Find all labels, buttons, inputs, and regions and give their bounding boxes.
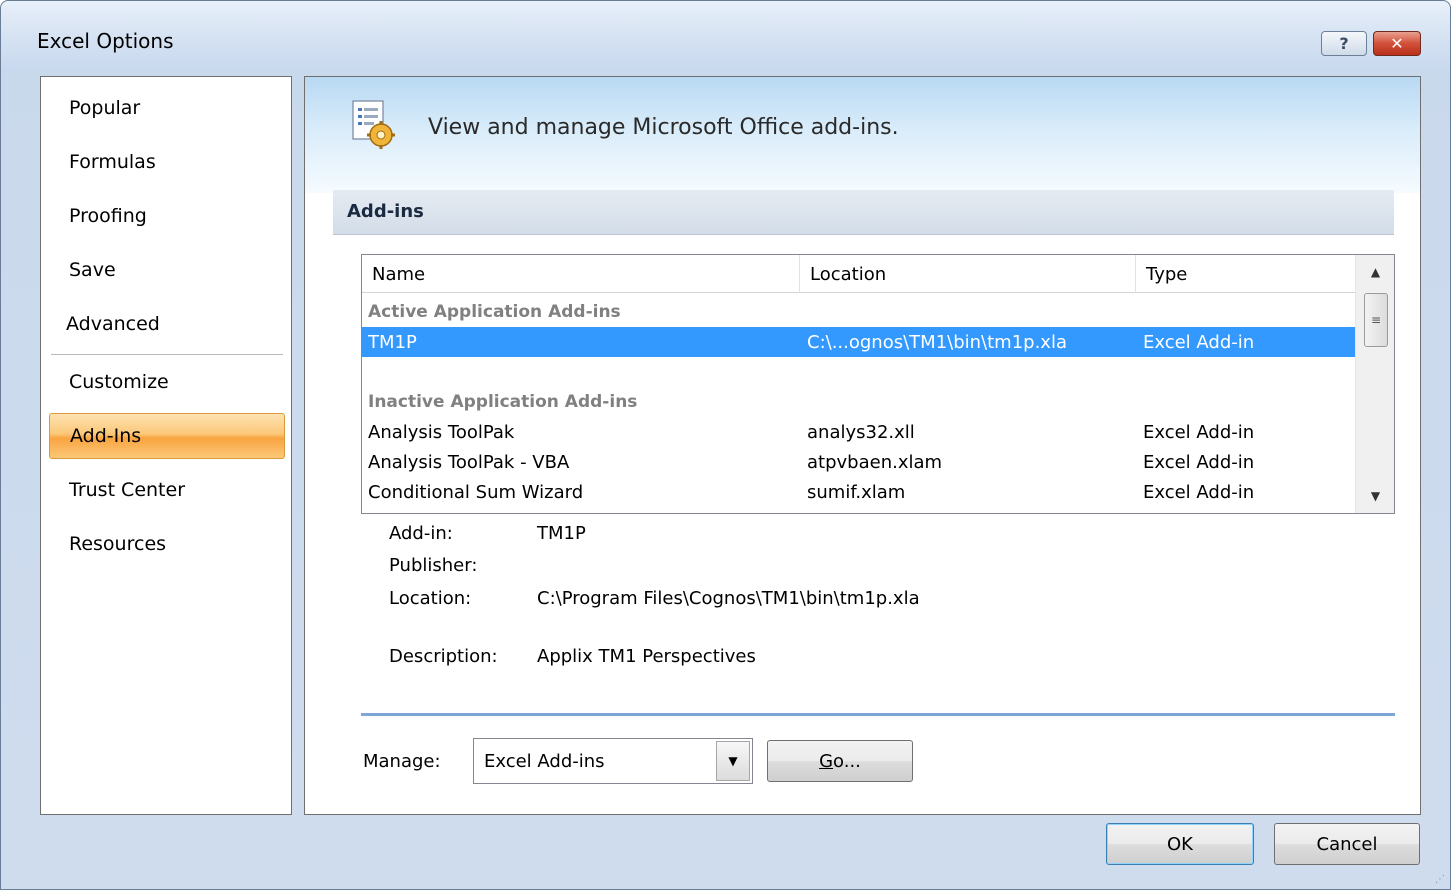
sidebar-item-popular[interactable]: Popular (49, 85, 285, 131)
sidebar-item-label: Proofing (69, 205, 147, 227)
ok-button[interactable]: OK (1106, 823, 1254, 865)
resize-grip-icon[interactable]: ⋰ (1435, 874, 1447, 886)
sidebar-item-save[interactable]: Save (49, 247, 285, 293)
help-button[interactable]: ? (1321, 31, 1367, 56)
sidebar-item-label: Customize (69, 371, 169, 393)
detail-description-value: Applix TM1 Perspectives (537, 646, 756, 667)
sidebar-item-customize[interactable]: Customize (49, 359, 285, 405)
group-header-active: Active Application Add-ins (368, 302, 621, 322)
chevron-down-icon[interactable]: ▼ (716, 741, 750, 781)
group-header-inactive: Inactive Application Add-ins (368, 392, 638, 412)
column-label: Name (372, 263, 426, 285)
cell-type: Excel Add-in (1143, 482, 1255, 503)
column-label: Type (1146, 263, 1188, 285)
detail-addin-label: Add-in: (389, 523, 453, 544)
column-label: Location (810, 263, 887, 285)
addins-gear-icon (352, 100, 395, 149)
scroll-up-arrow-icon[interactable]: ▲ (1356, 257, 1394, 287)
section-header: Add-ins (333, 190, 1394, 235)
cell-location: sumif.xlam (807, 482, 906, 503)
header-banner: View and manage Microsoft Office add-ins… (305, 77, 1420, 193)
detail-publisher-label: Publisher: (389, 555, 478, 576)
cell-location: C:\...ognos\TM1\bin\tm1p.xla (807, 332, 1067, 353)
manage-dropdown[interactable]: Excel Add-ins ▼ (473, 738, 753, 784)
detail-addin-value: TM1P (537, 523, 586, 544)
cell-location: atpvbaen.xlam (807, 452, 943, 473)
sidebar-item-label: Resources (69, 533, 167, 555)
sidebar-item-resources[interactable]: Resources (49, 521, 285, 567)
scroll-thumb[interactable]: ≡ (1364, 293, 1388, 347)
sidebar-item-label: Save (69, 259, 116, 281)
options-sidebar: Popular Formulas Proofing Save Advanced … (40, 76, 292, 815)
go-label-rest: o... (833, 750, 861, 772)
window-title: Excel Options (37, 29, 174, 53)
list-row-tm1p[interactable]: TM1P C:\...ognos\TM1\bin\tm1p.xla Excel … (362, 327, 1355, 357)
sidebar-item-label: Popular (69, 97, 141, 119)
close-button[interactable]: ✕ (1373, 31, 1421, 56)
cell-name: Conditional Sum Wizard (368, 482, 584, 503)
go-button[interactable]: Go... (767, 740, 913, 782)
close-icon: ✕ (1390, 34, 1404, 53)
sidebar-item-label: Formulas (69, 151, 156, 173)
sidebar-item-label: Trust Center (69, 479, 186, 501)
sidebar-item-trust-center[interactable]: Trust Center (49, 467, 285, 513)
cell-type: Excel Add-in (1143, 452, 1255, 473)
list-header: Name Location Type (362, 255, 1355, 293)
list-scrollbar[interactable]: ▲ ≡ ▼ (1355, 255, 1394, 513)
go-accelerator: G (819, 750, 834, 772)
sidebar-item-advanced[interactable]: Advanced (49, 301, 285, 347)
section-title: Add-ins (347, 201, 424, 222)
cell-location: analys32.xll (807, 422, 915, 443)
cancel-button-label: Cancel (1316, 833, 1378, 855)
list-row[interactable]: Analysis ToolPak - VBA atpvbaen.xlam Exc… (362, 447, 1355, 477)
sidebar-item-proofing[interactable]: Proofing (49, 193, 285, 239)
sidebar-item-label: Advanced (66, 313, 160, 335)
sidebar-divider (51, 354, 283, 355)
column-header-location[interactable]: Location (800, 255, 1136, 293)
cancel-button[interactable]: Cancel (1274, 823, 1420, 865)
list-row[interactable]: Analysis ToolPak analys32.xll Excel Add-… (362, 417, 1355, 447)
cell-type: Excel Add-in (1143, 422, 1255, 443)
detail-location-label: Location: (389, 588, 472, 609)
go-button-label: Go... (819, 751, 861, 772)
title-bar: Excel Options ? ✕ (1, 1, 1450, 71)
divider-line (361, 713, 1395, 716)
detail-location-value: C:\Program Files\Cognos\TM1\bin\tm1p.xla (537, 588, 920, 609)
banner-heading: View and manage Microsoft Office add-ins… (428, 115, 899, 140)
main-panel: View and manage Microsoft Office add-ins… (304, 76, 1421, 815)
column-header-type[interactable]: Type (1136, 255, 1355, 293)
manage-dropdown-value: Excel Add-ins (484, 751, 605, 772)
manage-label: Manage: (363, 751, 441, 772)
scroll-down-arrow-icon[interactable]: ▼ (1356, 481, 1394, 511)
list-row[interactable]: Conditional Sum Wizard sumif.xlam Excel … (362, 477, 1355, 507)
addins-list[interactable]: Name Location Type Active Application Ad… (361, 254, 1395, 514)
ok-button-label: OK (1167, 833, 1193, 855)
cell-name: Analysis ToolPak - VBA (368, 452, 570, 473)
detail-description-label: Description: (389, 646, 498, 667)
cell-type: Excel Add-in (1143, 332, 1255, 353)
sidebar-item-label: Add-Ins (70, 425, 142, 447)
sidebar-item-add-ins[interactable]: Add-Ins (49, 413, 285, 459)
sidebar-item-formulas[interactable]: Formulas (49, 139, 285, 185)
column-header-name[interactable]: Name (362, 255, 800, 293)
help-icon: ? (1339, 34, 1349, 53)
cell-name: TM1P (368, 332, 417, 353)
cell-name: Analysis ToolPak (368, 422, 515, 443)
